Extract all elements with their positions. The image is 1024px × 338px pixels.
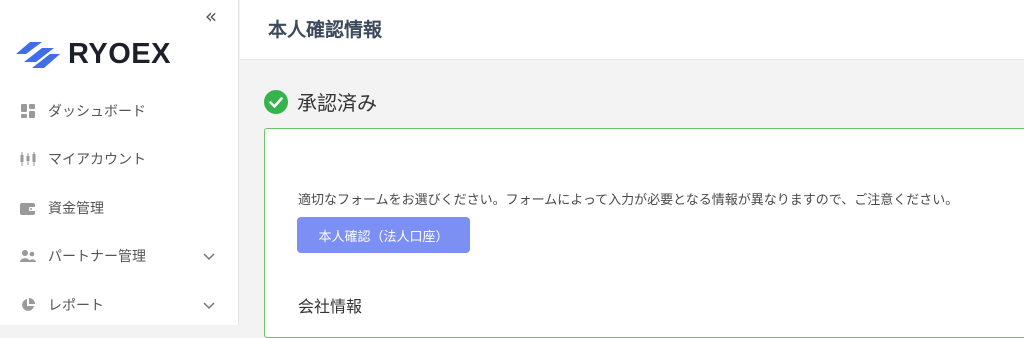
wallet-icon bbox=[20, 200, 36, 216]
top-header: 本人確認情報 bbox=[240, 0, 1024, 60]
chevron-down-icon bbox=[203, 302, 215, 310]
status-label: 承認済み bbox=[297, 91, 377, 115]
pie-chart-icon bbox=[20, 297, 36, 313]
collapse-sidebar-icon[interactable]: « bbox=[201, 5, 221, 27]
sidebar-item-reports[interactable]: レポート bbox=[0, 285, 238, 325]
sidebar-item-label: レポート bbox=[48, 298, 104, 314]
logo-mark-icon bbox=[16, 42, 60, 68]
verification-status: 承認済み bbox=[264, 87, 377, 116]
sidebar-item-label: パートナー管理 bbox=[48, 249, 146, 265]
sidebar-item-label: 資金管理 bbox=[48, 201, 104, 217]
logo-text: RYOEX bbox=[68, 37, 171, 70]
sidebar: « RYOEX ダッシュボード マイアカウント 資金管理 パートナー管理 レポー… bbox=[0, 0, 239, 325]
candlestick-icon bbox=[20, 151, 36, 167]
company-info-heading: 会社情報 bbox=[298, 297, 363, 316]
sidebar-item-label: ダッシュボード bbox=[48, 104, 146, 120]
sidebar-item-dashboard[interactable]: ダッシュボード bbox=[0, 91, 238, 131]
sidebar-item-label: マイアカウント bbox=[48, 152, 146, 168]
sidebar-item-partners[interactable]: パートナー管理 bbox=[0, 236, 238, 276]
sidebar-item-funds[interactable]: 資金管理 bbox=[0, 188, 238, 228]
logo[interactable]: RYOEX bbox=[16, 36, 171, 72]
instruction-text: 適切なフォームをお選びください。フォームによって入力が必要となる情報が異なります… bbox=[298, 193, 959, 208]
page-title: 本人確認情報 bbox=[268, 19, 383, 41]
users-icon bbox=[20, 248, 36, 264]
dashboard-icon bbox=[20, 103, 36, 119]
check-circle-icon bbox=[264, 89, 288, 114]
sidebar-item-my-account[interactable]: マイアカウント bbox=[0, 139, 238, 179]
corporate-verification-button[interactable]: 本人確認（法人口座） bbox=[297, 217, 470, 253]
chevron-down-icon bbox=[203, 253, 215, 261]
